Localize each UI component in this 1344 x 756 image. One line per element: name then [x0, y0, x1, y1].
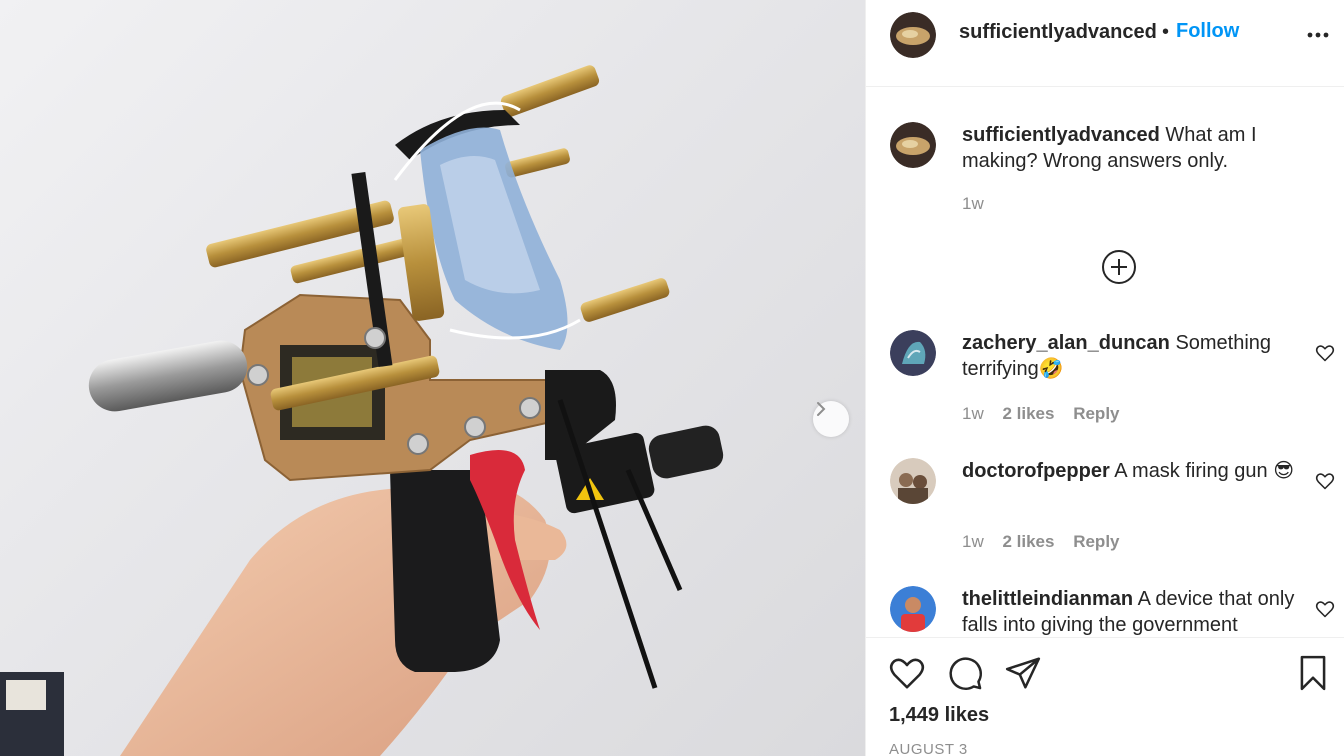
plus-circle-icon: [1102, 250, 1136, 284]
caption-meta: 1w: [962, 194, 998, 214]
comment-time[interactable]: 1w: [962, 532, 984, 551]
comment-username[interactable]: doctorofpepper: [962, 460, 1110, 482]
more-options-button[interactable]: [1303, 22, 1333, 46]
comments-list[interactable]: sufficientlyadvanced What am I making? W…: [866, 88, 1344, 637]
post-panel: sufficientlyadvanced • Follow sufficient…: [865, 0, 1344, 756]
author-avatar[interactable]: [890, 12, 936, 58]
comment-meta: 1w 2 likes Reply: [962, 532, 1134, 552]
commenter-avatar[interactable]: [890, 330, 936, 376]
more-options-icon: [1307, 32, 1329, 38]
post-media: [0, 0, 865, 756]
next-slide-button[interactable]: [813, 401, 849, 437]
commenter-avatar[interactable]: [890, 586, 936, 632]
send-icon[interactable]: [1004, 654, 1042, 692]
caption-username[interactable]: sufficientlyadvanced: [962, 124, 1160, 146]
likes-count[interactable]: 1,449 likes: [889, 704, 989, 727]
load-more-comments-button[interactable]: [1101, 249, 1137, 285]
caption-text: sufficientlyadvanced What am I making? W…: [962, 122, 1302, 174]
post-date[interactable]: AUGUST 3: [889, 741, 968, 756]
comment-text: thelittleindianman A device that only fa…: [962, 586, 1302, 637]
comment-likes[interactable]: 2 likes: [1002, 532, 1054, 551]
chevron-right-icon: [817, 402, 826, 416]
heart-icon[interactable]: [888, 654, 926, 692]
comment-text: zachery_alan_duncan Something terrifying…: [962, 330, 1302, 382]
post-header: sufficientlyadvanced • Follow: [866, 0, 1344, 87]
comment-username[interactable]: thelittleindianman: [962, 588, 1133, 610]
comment-text: doctorofpepper A mask firing gun 😎: [962, 458, 1302, 484]
comment-meta: 1w 2 likes Reply: [962, 404, 1134, 424]
caption-avatar[interactable]: [890, 122, 936, 168]
post-photo: [0, 65, 724, 756]
reply-button[interactable]: Reply: [1073, 532, 1119, 551]
follow-button[interactable]: Follow: [1176, 20, 1239, 43]
author-username[interactable]: sufficientlyadvanced: [959, 21, 1157, 44]
reply-button[interactable]: Reply: [1073, 404, 1119, 423]
bookmark-icon[interactable]: [1294, 654, 1332, 692]
commenter-avatar[interactable]: [890, 458, 936, 504]
comment-icon[interactable]: [946, 654, 984, 692]
heart-icon[interactable]: [1315, 343, 1335, 363]
heart-icon[interactable]: [1315, 599, 1335, 619]
comment-time[interactable]: 1w: [962, 404, 984, 423]
comment-body: A mask firing gun 😎: [1114, 460, 1295, 482]
comment-username[interactable]: zachery_alan_duncan: [962, 332, 1170, 354]
heart-icon[interactable]: [1315, 471, 1335, 491]
post-actions: 1,449 likes AUGUST 3: [866, 637, 1344, 756]
caption-time[interactable]: 1w: [962, 194, 984, 213]
comment-likes[interactable]: 2 likes: [1002, 404, 1054, 423]
header-separator: •: [1162, 21, 1170, 43]
